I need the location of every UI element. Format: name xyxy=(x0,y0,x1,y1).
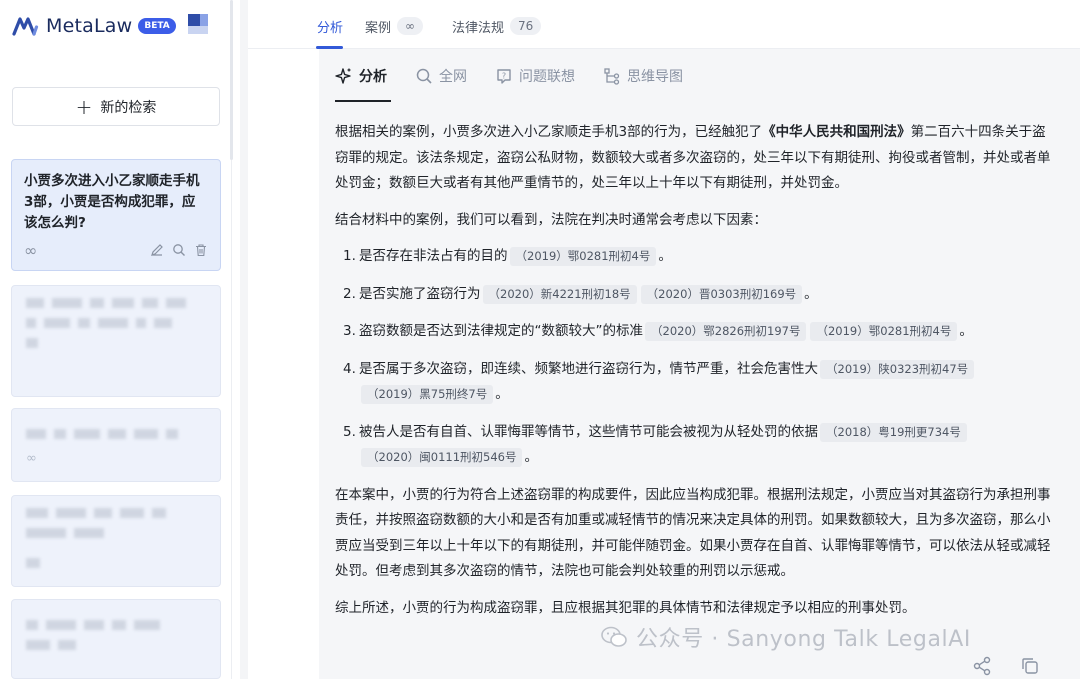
metalaw-logo-icon xyxy=(12,17,39,36)
watermark-text: 公众号 · Sanyong Talk LegalAI xyxy=(636,627,971,652)
case-citation[interactable]: （2020）新4221刑初18号 xyxy=(482,284,637,304)
delete-icon[interactable] xyxy=(194,243,208,257)
answer-paragraph: 在本案中，小贾的行为符合上述盗窃罪的构成要件，因此应当构成犯罪。根据刑法规定，小… xyxy=(335,486,1051,580)
brand-name: MetaLaw xyxy=(46,15,133,37)
history-item-blurred[interactable]: ∞ xyxy=(11,408,221,482)
answer-paragraph: 综上所述，小贾的行为构成盗窃罪，且应根据其犯罪的具体情节和法律规定予以相应的刑事… xyxy=(335,599,916,616)
factor-item: 3. 盗窃数额是否达到法律规定的“数额较大”的标准 （2020）鄂2826刑初197… xyxy=(343,322,973,341)
tab-analysis[interactable]: 分析 xyxy=(317,14,343,38)
case-citation[interactable]: （2020）晋0303刑初169号 xyxy=(640,284,803,304)
copy-icon[interactable] xyxy=(1020,656,1040,676)
layout-toggle-icon[interactable] xyxy=(188,14,208,34)
subtab-analysis[interactable]: 分析 xyxy=(335,62,387,90)
factor-list: 1. 是否存在非法占有的目的 （2019）鄂0281刑初4号。 2. 是否实施了盗窃行… xyxy=(335,244,1055,471)
case-citation[interactable]: （2018）粤19刑更734号 xyxy=(820,422,967,442)
case-citation[interactable]: （2019）黑75刑终7号 xyxy=(361,385,494,404)
tab-cases[interactable]: 案例 ∞ xyxy=(365,14,424,38)
watermark: 公众号 · Sanyong Talk LegalAI xyxy=(600,621,971,653)
case-citation[interactable]: （2019）鄂0281刑初4号 xyxy=(810,322,958,341)
subtab-mind-map[interactable]: 思维导图 xyxy=(603,62,683,90)
cases-count-badge: ∞ xyxy=(397,17,424,35)
answer-subtabs: 分析 全网 ? 问题联想 思维导图 xyxy=(335,62,711,90)
edit-icon[interactable] xyxy=(150,243,164,257)
svg-text:?: ? xyxy=(502,72,506,81)
panel-divider xyxy=(240,0,248,679)
factor-item: 4. 是否属于多次盗窃，即连续、频繁地进行盗窃行为，情节严重，社会危害性大 （201… xyxy=(335,357,1055,408)
share-icon[interactable] xyxy=(972,656,992,676)
case-citation[interactable]: （2020）鄂2826刑初197号 xyxy=(645,322,807,341)
factor-item: 2. 是否实施了盗窃行为 （2020）新4221刑初18号 （2020）晋0303刑初… xyxy=(343,284,818,304)
new-search-button[interactable]: + 新的检索 xyxy=(12,87,220,126)
beta-badge: BETA xyxy=(138,18,176,34)
wechat-icon xyxy=(601,626,627,647)
active-subtab-indicator xyxy=(335,100,391,102)
search-icon xyxy=(416,68,432,84)
sidebar: MetaLaw BETA + 新的检索 小贾多次进入小乙家顺走手机3部，小贾是否… xyxy=(0,0,233,679)
factor-item: 1. 是否存在非法占有的目的 （2019）鄂0281刑初4号。 xyxy=(343,247,672,266)
history-item-title: 小贾多次进入小乙家顺走手机3部，小贾是否构成犯罪，应该怎么判? xyxy=(24,173,200,231)
history-item-active[interactable]: 小贾多次进入小乙家顺走手机3部，小贾是否构成犯罪，应该怎么判? ∞ xyxy=(11,159,221,271)
infinity-icon: ∞ xyxy=(26,451,37,466)
search-icon[interactable] xyxy=(172,243,186,257)
case-citation[interactable]: （2020）闽0111刑初546号 xyxy=(361,448,523,467)
law-name[interactable]: 《中华人民共和国刑法》 xyxy=(762,124,911,140)
case-citation[interactable]: （2019）鄂0281刑初4号 xyxy=(509,247,657,266)
sidebar-scrollbar[interactable] xyxy=(230,0,233,160)
answer-paragraph: 根据相关的案例，小贾多次进入小乙家顺走手机3部的行为，已经触犯了《中华人民共和国… xyxy=(335,124,1051,191)
sparkle-icon xyxy=(335,68,351,84)
infinity-icon: ∞ xyxy=(24,240,38,260)
question-icon: ? xyxy=(497,69,511,84)
subtab-related-questions[interactable]: ? 问题联想 xyxy=(495,62,575,90)
brand[interactable]: MetaLaw BETA xyxy=(12,12,176,40)
new-search-label: 新的检索 xyxy=(100,99,157,116)
main-panel: 分析 案例 ∞ 法律法规 76 分析 全网 ? 问题联想 思维导图 根据相关的案… xyxy=(248,0,1080,679)
case-citation[interactable]: （2019）陕0323刑初47号 xyxy=(820,359,975,379)
plus-icon: + xyxy=(75,94,93,119)
laws-count-badge: 76 xyxy=(510,17,542,35)
result-tabs: 分析 案例 ∞ 法律法规 76 xyxy=(248,0,1080,49)
answer-paragraph: 结合材料中的案例，我们可以看到，法院在判决时通常会考虑以下因素： xyxy=(335,211,767,228)
history-item-blurred[interactable] xyxy=(11,599,221,679)
history-item-blurred[interactable] xyxy=(11,285,221,397)
history-item-blurred[interactable] xyxy=(11,495,221,587)
factor-item: 5. 被告人是否有自首、认罪悔罪等情节，这些情节可能会被视为从轻处罚的依据 （201… xyxy=(335,420,1055,471)
subtab-web[interactable]: 全网 xyxy=(415,62,467,90)
mindmap-icon xyxy=(604,68,620,85)
answer-actions xyxy=(972,656,1040,676)
tab-laws[interactable]: 法律法规 76 xyxy=(452,14,542,38)
answer-text: 根据相关的案例，小贾多次进入小乙家顺走手机3部的行为，已经触犯了《中华人民共和国… xyxy=(335,120,1055,632)
